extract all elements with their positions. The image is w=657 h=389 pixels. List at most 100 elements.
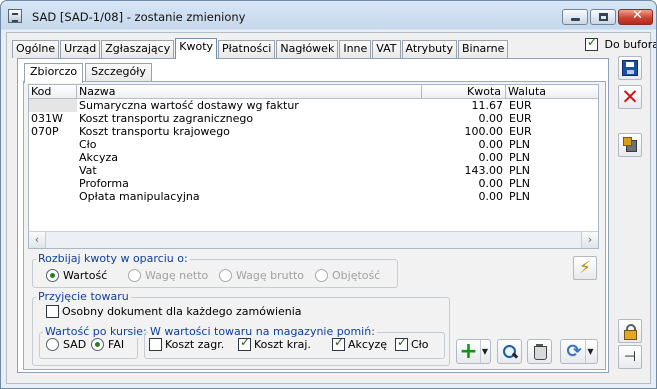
- settings-dropdown-arrow[interactable]: ▼: [585, 340, 595, 363]
- tab-atrybuty[interactable]: Atrybuty: [401, 40, 457, 58]
- koszt-zagr-checkbox[interactable]: Koszt zagr.: [149, 337, 224, 353]
- radio-fai-label: FAI: [108, 338, 125, 351]
- scroll-left-button[interactable]: ‹: [29, 232, 46, 248]
- osobny-dokument-box[interactable]: [46, 305, 59, 318]
- clo-checkbox[interactable]: Cło: [395, 335, 429, 353]
- koszt-kraj-checkbox[interactable]: Koszt kraj.: [238, 335, 311, 353]
- tab-kwoty[interactable]: Kwoty: [175, 38, 218, 59]
- header-kwota[interactable]: Kwota: [422, 85, 506, 99]
- table-body: Sumaryczna wartość dostawy wg faktur 11.…: [29, 99, 598, 203]
- row-kwota: 100.00: [464, 125, 504, 138]
- radio-fai[interactable]: FAI: [91, 337, 124, 353]
- tab-zglaszajacy[interactable]: Zgłaszający: [101, 40, 175, 58]
- koszt-kraj-box[interactable]: [238, 335, 251, 351]
- row-waluta: PLN: [509, 164, 530, 177]
- row-waluta: EUR: [509, 112, 532, 125]
- row-nazwa: Proforma: [79, 177, 129, 190]
- tab-ogolne[interactable]: Ogólne: [12, 40, 60, 58]
- row-nazwa: Vat: [79, 164, 97, 177]
- search-button[interactable]: [497, 339, 522, 364]
- tab-vat[interactable]: VAT: [372, 40, 401, 58]
- radio-objetosc: Objętość: [315, 268, 380, 284]
- pin-button[interactable]: ⊣: [618, 345, 642, 369]
- tab-urzad[interactable]: Urząd: [60, 40, 101, 58]
- radio-wartosc-circle[interactable]: [46, 269, 59, 282]
- table-row[interactable]: Sumaryczna wartość dostawy wg faktur 11.…: [29, 99, 598, 112]
- subtab-szczegoly[interactable]: Szczegóły: [85, 63, 152, 82]
- akcyze-box[interactable]: [332, 335, 345, 351]
- lightning-icon: ⚡: [579, 258, 591, 278]
- main-tab-strip: Ogólne Urząd Zgłaszający Kwoty Płatności…: [12, 38, 509, 59]
- subtab-zbiorczo[interactable]: Zbiorczo: [24, 63, 84, 83]
- tab-binarne[interactable]: Binarne: [457, 40, 509, 58]
- add-main-button[interactable]: +: [458, 338, 480, 364]
- row-kod: 031W: [31, 112, 63, 125]
- rozbijaj-title: Rozbijaj kwoty w oparciu o:: [36, 252, 190, 265]
- table-row[interactable]: 031W Koszt transportu zagranicznego 0.00…: [29, 112, 598, 125]
- radio-fai-circle[interactable]: [91, 338, 104, 351]
- tab-naglowek[interactable]: Nagłówek: [276, 40, 339, 58]
- radio-sad-circle[interactable]: [46, 338, 59, 351]
- amounts-table[interactable]: Kod Nazwa Kwota Waluta Sumaryczna wartoś…: [28, 84, 599, 249]
- calculate-button[interactable]: ⚡: [573, 256, 597, 280]
- do-bufora-checkbox[interactable]: Do bufora: [585, 35, 656, 53]
- osobny-dokument-label: Osobny dokument dla każdego zamówienia: [62, 305, 302, 318]
- row-nazwa: Koszt transportu zagranicznego: [79, 112, 254, 125]
- header-nazwa[interactable]: Nazwa: [77, 85, 422, 99]
- sub-tab-strip: Zbiorczo Szczegóły: [24, 62, 154, 83]
- clo-box[interactable]: [395, 335, 408, 351]
- row-waluta: PLN: [509, 138, 530, 151]
- maximize-button[interactable]: [590, 9, 616, 25]
- akcyze-checkbox[interactable]: Akcyzę: [332, 335, 387, 353]
- table-row[interactable]: 070P Koszt transportu krajowego 100.00 E…: [29, 125, 598, 138]
- header-waluta[interactable]: Waluta: [506, 85, 598, 99]
- table-row[interactable]: Akcyza 0.00 PLN: [29, 151, 598, 164]
- radio-sad[interactable]: SAD: [46, 337, 86, 353]
- table-row[interactable]: Proforma 0.00 PLN: [29, 177, 598, 190]
- scroll-right-button[interactable]: ›: [581, 232, 598, 248]
- close-window-button[interactable]: ✕: [618, 8, 653, 25]
- osobny-dokument-checkbox[interactable]: Osobny dokument dla każdego zamówienia: [46, 304, 302, 320]
- row-kwota: 0.00: [478, 190, 504, 203]
- table-header: Kod Nazwa Kwota Waluta: [29, 85, 598, 99]
- radio-waga-netto: Wagę netto: [128, 268, 208, 284]
- clo-label: Cło: [411, 338, 429, 351]
- table-row[interactable]: Vat 143.00 PLN: [29, 164, 598, 177]
- lock-button[interactable]: [618, 319, 642, 343]
- radio-wartosc[interactable]: Wartość: [46, 268, 107, 284]
- radio-waga-brutto-circle: [219, 269, 232, 282]
- add-dropdown-arrow[interactable]: ▼: [479, 340, 490, 363]
- row-kwota: 0.00: [478, 177, 504, 190]
- row-waluta: EUR: [509, 99, 532, 112]
- maximize-icon: [599, 13, 608, 21]
- row-nazwa: Opłata manipulacyjna: [79, 190, 200, 203]
- tab-inne[interactable]: Inne: [339, 40, 372, 58]
- minimize-button[interactable]: [562, 9, 588, 25]
- row-kod: 070P: [31, 125, 59, 138]
- header-kod[interactable]: Kod: [29, 85, 77, 99]
- row-nazwa: Akcyza: [79, 151, 118, 164]
- plus-icon: +: [459, 338, 478, 364]
- row-nazwa: Sumaryczna wartość dostawy wg faktur: [79, 99, 299, 112]
- horizontal-scrollbar[interactable]: ‹ ›: [29, 231, 598, 248]
- delete-button[interactable]: [527, 339, 552, 364]
- add-button[interactable]: + ▼: [456, 339, 491, 364]
- akcyze-label: Akcyzę: [348, 338, 387, 351]
- package-button[interactable]: [618, 133, 642, 157]
- row-kwota: 0.00: [478, 138, 504, 151]
- pin-icon: ⊣: [623, 349, 637, 365]
- tab-platnosci[interactable]: Płatności: [218, 40, 276, 58]
- row-kwota: 0.00: [478, 151, 504, 164]
- radio-waga-netto-label: Wagę netto: [145, 269, 209, 282]
- save-button[interactable]: [618, 56, 642, 80]
- cancel-button[interactable]: ✕: [618, 85, 642, 109]
- settings-button[interactable]: ⟳ ▼: [560, 339, 598, 364]
- table-row[interactable]: Opłata manipulacyjna 0.00 PLN: [29, 190, 598, 203]
- do-bufora-checkbox-box[interactable]: [585, 35, 598, 51]
- settings-main-button[interactable]: ⟳: [563, 341, 585, 362]
- table-row[interactable]: Cło 0.00 PLN: [29, 138, 598, 151]
- koszt-zagr-box[interactable]: [149, 338, 162, 351]
- radio-sad-label: SAD: [63, 338, 87, 351]
- row-kwota: 11.67: [471, 99, 504, 112]
- title-bar: SAD [SAD-1/08] - zostanie zmieniony ✕: [1, 1, 656, 31]
